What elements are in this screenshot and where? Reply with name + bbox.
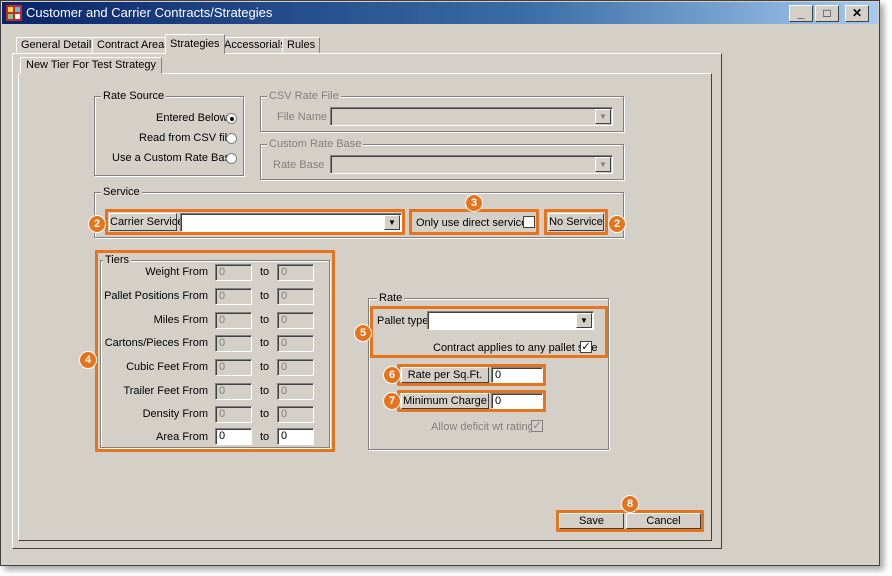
to-label: to — [260, 408, 270, 420]
callout-badge: 7 — [384, 393, 400, 409]
callout-badge: 6 — [384, 367, 400, 383]
carrier-service-combo[interactable]: ▼ — [180, 213, 402, 232]
cartons-to-input[interactable]: 0 — [277, 335, 314, 352]
custom-rate-base-radio[interactable] — [226, 153, 237, 164]
file-name-combo[interactable]: ▼ — [330, 107, 613, 126]
to-label: to — [260, 385, 270, 397]
csv-file-label: Read from CSV file — [139, 132, 234, 144]
entered-below-label: Entered Below — [156, 112, 228, 124]
tab-general-details[interactable]: General Details — [16, 37, 102, 53]
trailer-feet-to-input[interactable]: 0 — [277, 383, 314, 400]
callout-badge: 3 — [466, 195, 482, 211]
tier-label: Trailer Feet From — [123, 385, 208, 397]
no-service-button[interactable]: No Service — [548, 213, 604, 231]
any-pallet-label: Contract applies to any pallet size — [433, 342, 598, 354]
to-label: to — [260, 290, 270, 302]
direct-service-label: Only use direct service? — [416, 217, 534, 229]
tier-label: Weight From — [145, 266, 208, 278]
service-legend: Service — [101, 186, 142, 198]
pallet-positions-to-input[interactable]: 0 — [277, 288, 314, 305]
to-label: to — [260, 266, 270, 278]
tier-label: Miles From — [153, 314, 208, 326]
min-charge-label: Minimum Charge — [401, 393, 489, 409]
tier-label: Pallet Positions From — [104, 290, 208, 302]
tiers-legend: Tiers — [103, 254, 132, 266]
pallet-type-combo[interactable]: ▼ — [427, 311, 594, 330]
rate-source-legend: Rate Source — [101, 90, 167, 102]
rate-base-combo[interactable]: ▼ — [330, 155, 613, 174]
close-button[interactable]: ✕ — [845, 5, 869, 22]
min-charge-input[interactable]: 0 — [491, 393, 543, 409]
to-label: to — [260, 337, 270, 349]
tier-label: Density From — [142, 408, 208, 420]
callout-badge: 8 — [622, 496, 638, 512]
csv-file-radio[interactable] — [226, 133, 237, 144]
title-bar[interactable]: Customer and Carrier Contracts/Strategie… — [2, 2, 878, 24]
minimize-button[interactable]: _ — [789, 5, 813, 22]
any-pallet-checkbox[interactable]: ✓ — [580, 341, 592, 353]
callout-badge: 2 — [89, 216, 105, 232]
tab-new-tier[interactable]: New Tier For Test Strategy — [20, 57, 163, 74]
weight-to-input[interactable]: 0 — [277, 264, 314, 281]
window-title: Customer and Carrier Contracts/Strategie… — [26, 5, 273, 20]
pallet-type-label: Pallet type — [377, 315, 429, 327]
entered-below-radio[interactable] — [226, 113, 237, 124]
rate-base-label: Rate Base — [273, 159, 325, 171]
callout-badge: 2 — [609, 216, 625, 232]
to-label: to — [260, 361, 270, 373]
callout-badge: 4 — [80, 352, 96, 368]
custom-rate-base-legend: Custom Rate Base — [267, 138, 364, 150]
app-icon — [6, 5, 22, 21]
tab-rules[interactable]: Rules — [282, 37, 321, 53]
save-button[interactable]: Save — [559, 513, 624, 529]
cubic-feet-to-input[interactable]: 0 — [277, 359, 314, 376]
chevron-down-icon: ▼ — [595, 109, 611, 124]
to-label: to — [260, 431, 270, 443]
rate-per-label: Rate per Sq.Ft. — [401, 367, 489, 383]
cartons-from-input[interactable]: 0 — [215, 335, 252, 352]
custom-rate-base-label: Use a Custom Rate Base — [112, 152, 237, 164]
tab-contract-areas[interactable]: Contract Areas — [92, 37, 175, 53]
miles-from-input[interactable]: 0 — [215, 312, 252, 329]
rate-legend: Rate — [377, 292, 405, 304]
deficit-checkbox[interactable]: ✓ — [531, 420, 543, 432]
chevron-down-icon: ▼ — [576, 313, 592, 328]
tier-label: Cartons/Pieces From — [104, 337, 208, 349]
chevron-down-icon: ▼ — [595, 157, 611, 172]
chevron-down-icon: ▼ — [384, 215, 400, 230]
file-name-label: File Name — [277, 111, 328, 123]
deficit-label: Allow deficit wt rating? — [431, 421, 540, 433]
trailer-feet-from-input[interactable]: 0 — [215, 383, 252, 400]
rate-per-input[interactable]: 0 — [491, 367, 543, 383]
csv-rate-file-legend: CSV Rate File — [267, 90, 341, 102]
tab-strategies[interactable]: Strategies — [165, 34, 225, 54]
tab-accessorials[interactable]: Accessorials — [219, 37, 291, 53]
tier-label: Cubic Feet From — [126, 361, 208, 373]
tier-label: Area From — [156, 431, 208, 443]
area-from-input[interactable]: 0 — [215, 428, 252, 445]
direct-service-checkbox[interactable] — [523, 216, 535, 228]
carrier-service-label: Carrier Service — [109, 213, 183, 231]
cubic-feet-from-input[interactable]: 0 — [215, 359, 252, 376]
pallet-positions-from-input[interactable]: 0 — [215, 288, 252, 305]
miles-to-input[interactable]: 0 — [277, 312, 314, 329]
weight-from-input[interactable]: 0 — [215, 264, 252, 281]
to-label: to — [260, 314, 270, 326]
maximize-button[interactable]: □ — [815, 5, 839, 22]
callout-badge: 5 — [355, 325, 371, 341]
cancel-button[interactable]: Cancel — [626, 513, 701, 529]
area-to-input[interactable]: 0 — [277, 428, 314, 445]
density-from-input[interactable]: 0 — [215, 406, 252, 423]
density-to-input[interactable]: 0 — [277, 406, 314, 423]
